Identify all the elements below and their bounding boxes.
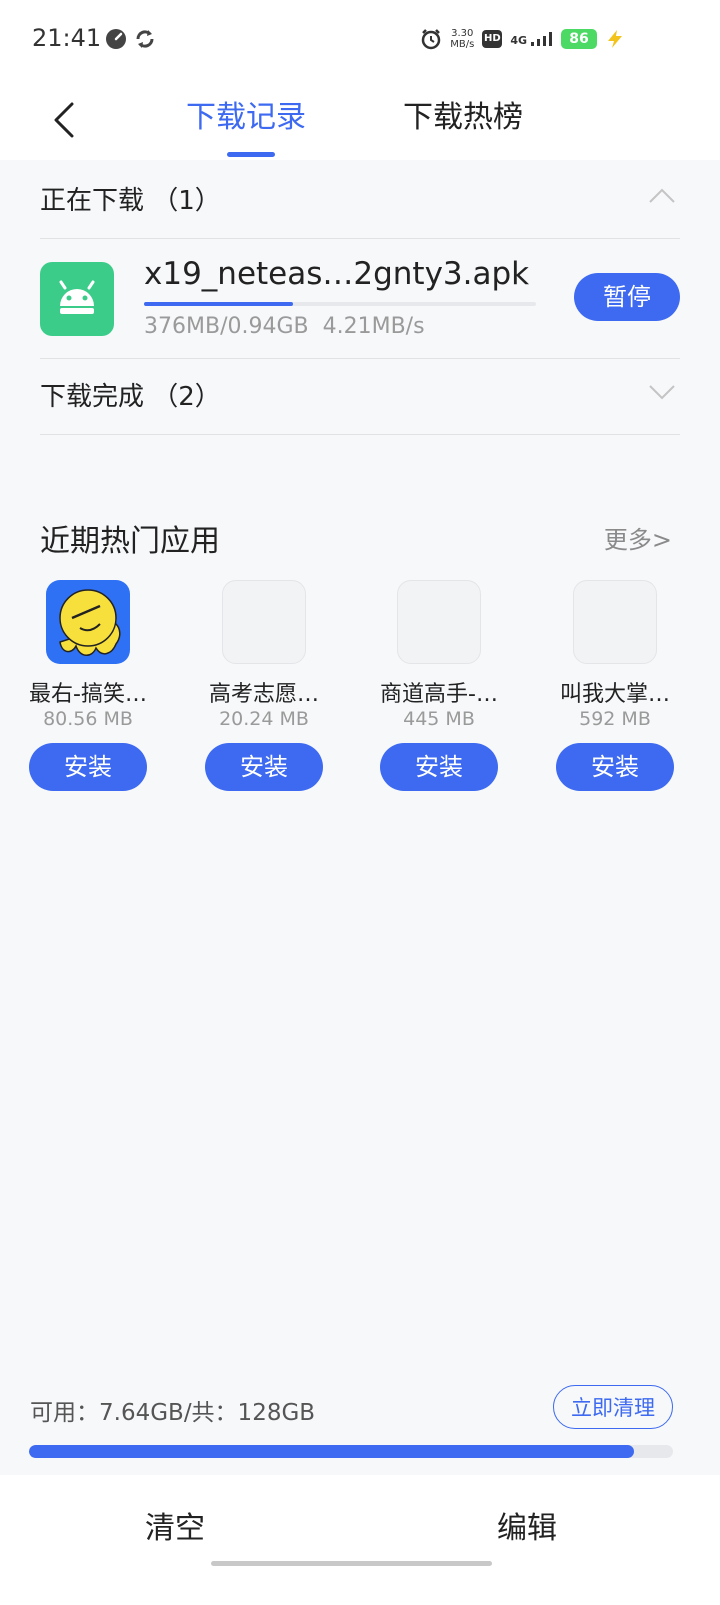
download-item: x19_neteas…2gnty3.apk 376MB/0.94GB 4.21M… <box>40 240 680 359</box>
battery-level: 86 <box>561 29 597 49</box>
download-speed: 4.21MB/s <box>322 314 425 339</box>
download-file-name: x19_neteas…2gnty3.apk <box>144 256 530 292</box>
storage-usage-bar <box>29 1445 673 1458</box>
net-speed-value: 3.30 <box>451 28 474 39</box>
more-link[interactable]: 更多> <box>604 520 672 555</box>
bottom-action-bar: 清空 编辑 <box>0 1475 720 1605</box>
edit-button[interactable]: 编辑 <box>497 1503 557 1547</box>
signal-group: 4G <box>510 32 553 46</box>
app-size: 592 MB <box>579 708 651 730</box>
app-name: 叫我大掌… <box>559 682 670 707</box>
download-progress-bar <box>144 302 536 306</box>
download-progress-fill <box>144 302 293 306</box>
hot-app-card[interactable]: 高考志愿… 20.24 MB 安装 <box>176 580 352 792</box>
network-type: 4G <box>510 34 527 47</box>
android-robot-icon <box>59 280 95 314</box>
hot-apps-title: 近期热门应用 <box>40 524 220 559</box>
charging-bolt-icon <box>608 30 622 48</box>
octopus-mascot-icon <box>59 589 121 656</box>
app-name: 高考志愿… <box>208 682 319 707</box>
net-speed: 3.30 MB/s <box>450 28 474 50</box>
sync-icon <box>136 30 154 48</box>
alarm-icon <box>421 29 441 50</box>
home-indicator[interactable] <box>211 1561 492 1566</box>
app-size: 80.56 MB <box>43 708 133 730</box>
app-size: 445 MB <box>403 708 475 730</box>
chevron-up-icon[interactable] <box>648 186 676 206</box>
app-icon-zuiyou[interactable] <box>46 580 130 664</box>
speedometer-icon <box>106 29 126 49</box>
back-arrow-icon[interactable] <box>42 96 92 146</box>
status-right-group: 3.30 MB/s HD 4G 86 <box>420 24 625 54</box>
tab-download-hot-list[interactable]: 下载热榜 <box>403 96 523 140</box>
pause-button[interactable]: 暂停 <box>574 273 680 321</box>
completed-section-header[interactable]: 下载完成 （2） <box>40 356 680 435</box>
storage-usage-fill <box>29 1445 635 1458</box>
net-speed-unit: MB/s <box>450 39 475 50</box>
install-button[interactable]: 安装 <box>205 743 323 791</box>
hd-badge: HD <box>482 30 503 48</box>
chevron-down-icon[interactable] <box>648 382 676 402</box>
install-button[interactable]: 安装 <box>29 743 147 791</box>
hot-app-card[interactable]: 最右-搞笑… 80.56 MB 安装 <box>0 580 176 792</box>
tab-download-records[interactable]: 下载记录 <box>186 96 306 140</box>
signal-bars-icon <box>531 32 552 46</box>
hot-app-card[interactable]: 叫我大掌… 592 MB 安装 <box>527 580 703 792</box>
top-nav: 下载记录 下载热榜 <box>0 82 720 160</box>
app-icon-placeholder[interactable] <box>573 580 657 664</box>
downloading-title: 正在下载 （1） <box>40 186 221 216</box>
storage-info: 可用：7.64GB/共：128GB <box>30 1400 316 1426</box>
status-time: 21:41 <box>32 24 102 52</box>
completed-title: 下载完成 （2） <box>40 382 221 412</box>
downloading-section-header[interactable]: 正在下载 （1） <box>40 160 680 239</box>
app-name: 最右-搞笑… <box>29 682 147 707</box>
app-icon-placeholder[interactable] <box>397 580 481 664</box>
download-meta: 376MB/0.94GB 4.21MB/s <box>144 314 425 339</box>
app-name: 商道高手-… <box>380 682 498 707</box>
status-bar: 21:41 3.30 MB/s HD 4G 86 <box>0 0 720 82</box>
clear-button[interactable]: 清空 <box>145 1503 205 1547</box>
app-icon-placeholder[interactable] <box>222 580 306 664</box>
app-size: 20.24 MB <box>219 708 309 730</box>
active-tab-indicator <box>227 152 275 157</box>
hot-app-card[interactable]: 商道高手-… 445 MB 安装 <box>351 580 527 792</box>
install-button[interactable]: 安装 <box>380 743 498 791</box>
install-button[interactable]: 安装 <box>556 743 674 791</box>
android-app-icon <box>40 262 114 336</box>
clean-now-button[interactable]: 立即清理 <box>553 1385 673 1429</box>
download-size-info: 376MB/0.94GB <box>144 314 309 339</box>
